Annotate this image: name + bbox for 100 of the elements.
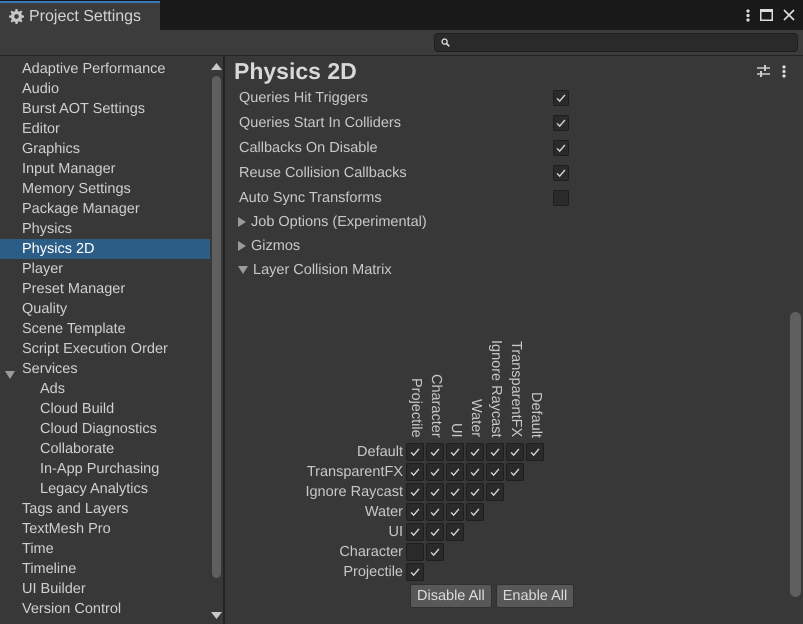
- sidebar-item[interactable]: Script Execution Order: [0, 339, 210, 359]
- layer-column-label: Projectile: [407, 378, 425, 438]
- scroll-up-icon[interactable]: [211, 63, 222, 70]
- checkbox[interactable]: [486, 462, 504, 481]
- checkbox[interactable]: [406, 562, 424, 581]
- property-label: Reuse Collision Callbacks: [239, 164, 408, 180]
- checkbox[interactable]: [446, 482, 464, 501]
- checkbox[interactable]: [553, 90, 569, 106]
- sidebar-item[interactable]: Physics 2D: [0, 239, 210, 259]
- checkbox[interactable]: [466, 502, 484, 521]
- checkbox[interactable]: [526, 442, 544, 461]
- sidebar-item[interactable]: Package Manager: [0, 199, 210, 219]
- layer-row-label: Default: [356, 442, 404, 461]
- checkbox[interactable]: [466, 462, 484, 481]
- expand-arrow-icon[interactable]: [5, 371, 15, 379]
- checkbox[interactable]: [426, 442, 444, 461]
- sidebar-item[interactable]: Memory Settings: [0, 179, 210, 199]
- property-label: Auto Sync Transforms: [239, 190, 383, 206]
- sidebar-item[interactable]: Ads: [0, 379, 210, 399]
- checkbox[interactable]: [553, 164, 569, 180]
- checkbox[interactable]: [406, 522, 424, 541]
- layer-column-label: Character: [427, 374, 445, 438]
- sidebar-item[interactable]: Cloud Build: [0, 399, 210, 419]
- sidebar-item[interactable]: Time: [0, 539, 210, 559]
- sidebar-item[interactable]: Timeline: [0, 559, 210, 579]
- checkbox[interactable]: [406, 502, 424, 521]
- more-options-icon[interactable]: [746, 8, 750, 22]
- sidebar-item[interactable]: UI Builder: [0, 579, 210, 599]
- checkbox[interactable]: [446, 502, 464, 521]
- sidebar-item[interactable]: In-App Purchasing: [0, 459, 210, 479]
- checkbox[interactable]: [506, 442, 524, 461]
- checkbox[interactable]: [553, 140, 569, 156]
- checkbox[interactable]: [426, 542, 444, 561]
- property-label: Callbacks On Disable: [239, 140, 379, 156]
- layer-row-label: Projectile: [342, 562, 404, 581]
- checkbox[interactable]: [446, 462, 464, 481]
- checkbox[interactable]: [466, 442, 484, 461]
- maximize-icon[interactable]: [760, 9, 773, 21]
- property-label: Queries Start In Colliders: [239, 114, 402, 130]
- checkbox[interactable]: [406, 542, 424, 561]
- checkbox[interactable]: [406, 462, 424, 481]
- sidebar-item[interactable]: Input Manager: [0, 159, 210, 179]
- more-options-icon[interactable]: [782, 64, 786, 78]
- checkbox[interactable]: [426, 462, 444, 481]
- sidebar-item[interactable]: Audio: [0, 79, 210, 99]
- checkbox[interactable]: [446, 442, 464, 461]
- property-label: Queries Hit Triggers: [239, 90, 369, 106]
- sidebar-item[interactable]: Editor: [0, 119, 210, 139]
- checkbox[interactable]: [466, 482, 484, 501]
- sliders-icon[interactable]: [757, 65, 770, 77]
- checkbox[interactable]: [506, 462, 524, 481]
- matrix-button[interactable]: Disable All: [410, 584, 492, 608]
- layer-row-label: Character: [338, 542, 404, 561]
- foldout-header[interactable]: Gizmos: [234, 234, 788, 258]
- sidebar-item[interactable]: Tags and Layers: [0, 499, 210, 519]
- search-icon: [441, 38, 450, 47]
- sidebar-item[interactable]: Preset Manager: [0, 279, 210, 299]
- foldout-header[interactable]: Layer Collision Matrix: [234, 258, 788, 282]
- sidebar-item[interactable]: Collaborate: [0, 439, 210, 459]
- checkbox[interactable]: [426, 482, 444, 501]
- search-field[interactable]: [434, 33, 798, 52]
- sidebar-item[interactable]: Graphics: [0, 139, 210, 159]
- window-title: Project Settings: [29, 8, 142, 26]
- layer-row-label: UI: [388, 522, 404, 541]
- layer-row-label: TransparentFX: [306, 462, 404, 481]
- checkbox[interactable]: [446, 522, 464, 541]
- scrollbar-thumb[interactable]: [212, 76, 221, 578]
- foldout-header[interactable]: Job Options (Experimental): [234, 210, 788, 234]
- sidebar-item[interactable]: TextMesh Pro: [0, 519, 210, 539]
- checkbox[interactable]: [406, 442, 424, 461]
- sidebar-item[interactable]: Player: [0, 259, 210, 279]
- layer-column-label: UI: [447, 423, 465, 438]
- collapse-arrow-icon: [238, 217, 246, 227]
- checkbox[interactable]: [486, 482, 504, 501]
- close-icon[interactable]: [783, 9, 795, 21]
- page-title: Physics 2D: [234, 58, 358, 84]
- checkbox[interactable]: [426, 502, 444, 521]
- scrollbar-thumb[interactable]: [790, 312, 801, 597]
- checkbox[interactable]: [553, 114, 569, 130]
- sidebar-item[interactable]: Scene Template: [0, 319, 210, 339]
- checkbox[interactable]: [406, 482, 424, 501]
- sidebar-item[interactable]: Quality: [0, 299, 210, 319]
- layer-column-label: Ignore Raycast: [487, 340, 505, 438]
- checkbox[interactable]: [553, 190, 569, 206]
- sidebar-item[interactable]: Cloud Diagnostics: [0, 419, 210, 439]
- expand-arrow-icon: [238, 266, 248, 274]
- window-tab[interactable]: Project Settings: [0, 1, 160, 30]
- sidebar-item[interactable]: Services: [0, 359, 210, 379]
- sidebar-item[interactable]: Version Control: [0, 599, 210, 619]
- layer-column-label: Water: [467, 399, 485, 438]
- sidebar-item[interactable]: Burst AOT Settings: [0, 99, 210, 119]
- checkbox[interactable]: [486, 442, 504, 461]
- scroll-down-icon[interactable]: [211, 612, 222, 619]
- sidebar-item[interactable]: Adaptive Performance: [0, 59, 210, 79]
- collapse-arrow-icon: [238, 241, 246, 251]
- gear-icon: [9, 9, 24, 24]
- sidebar-item[interactable]: Physics: [0, 219, 210, 239]
- matrix-button[interactable]: Enable All: [496, 584, 574, 608]
- sidebar-item[interactable]: Legacy Analytics: [0, 479, 210, 499]
- checkbox[interactable]: [426, 522, 444, 541]
